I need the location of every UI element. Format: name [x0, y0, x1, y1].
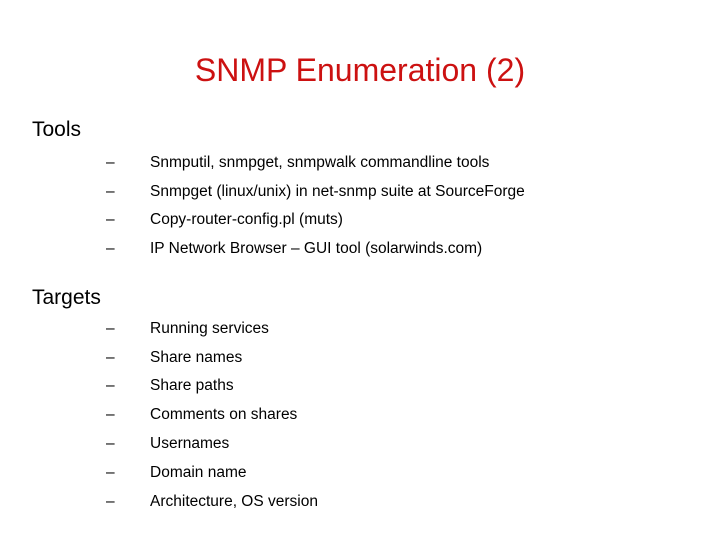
list-item: – Comments on shares — [0, 401, 720, 430]
list-item: – Usernames — [0, 430, 720, 459]
section-targets: Targets – Running services – Share names… — [0, 286, 720, 516]
section-heading-targets: Targets — [32, 285, 101, 309]
presentation-slide: SNMP Enumeration (2) Tools – Snmputil, s… — [0, 0, 720, 540]
list-item: – Share paths — [0, 372, 720, 401]
dash-bullet-icon: – — [106, 211, 115, 229]
dash-bullet-icon: – — [106, 153, 115, 171]
dash-bullet-icon: – — [106, 319, 115, 337]
list-item: – Running services — [0, 315, 720, 344]
dash-bullet-icon: – — [106, 377, 115, 395]
dash-bullet-icon: – — [106, 492, 115, 510]
targets-list: – Running services – Share names – Share… — [0, 315, 720, 517]
list-item-label: Comments on shares — [150, 406, 298, 424]
list-item: – Copy-router-config.pl (muts) — [0, 206, 720, 235]
list-item: – Domain name — [0, 459, 720, 488]
list-item-label: Running services — [150, 319, 269, 337]
section-heading-tools: Tools — [32, 118, 82, 141]
list-item-label: Snmputil, snmpget, snmpwalk commandline … — [150, 153, 490, 171]
dash-bullet-icon: – — [106, 182, 115, 200]
page-title: SNMP Enumeration (2) — [194, 52, 526, 89]
list-item-label: IP Network Browser – GUI tool (solarwind… — [150, 240, 483, 258]
list-item-label: Snmpget (linux/unix) in net-snmp suite a… — [150, 182, 525, 200]
section-tools: Tools – Snmputil, snmpget, snmpwalk comm… — [0, 118, 720, 264]
slide-body: Tools – Snmputil, snmpget, snmpwalk comm… — [0, 118, 720, 516]
list-item-label: Usernames — [150, 434, 230, 452]
dash-bullet-icon: – — [106, 434, 115, 452]
list-item-label: Copy-router-config.pl (muts) — [150, 211, 343, 229]
list-item: – IP Network Browser – GUI tool (solarwi… — [0, 235, 720, 264]
list-item-label: Architecture, OS version — [150, 492, 318, 510]
list-item-label: Share paths — [150, 377, 234, 395]
list-item-label: Domain name — [150, 463, 247, 481]
list-item: – Snmputil, snmpget, snmpwalk commandlin… — [0, 149, 720, 178]
dash-bullet-icon: – — [106, 240, 115, 258]
dash-bullet-icon: – — [106, 463, 115, 481]
list-item: – Architecture, OS version — [0, 488, 720, 517]
list-item: – Snmpget (linux/unix) in net-snmp suite… — [0, 178, 720, 207]
tools-list: – Snmputil, snmpget, snmpwalk commandlin… — [0, 149, 720, 264]
list-item: – Share names — [0, 344, 720, 373]
list-item-label: Share names — [150, 348, 243, 366]
dash-bullet-icon: – — [106, 406, 115, 424]
dash-bullet-icon: – — [106, 348, 115, 366]
